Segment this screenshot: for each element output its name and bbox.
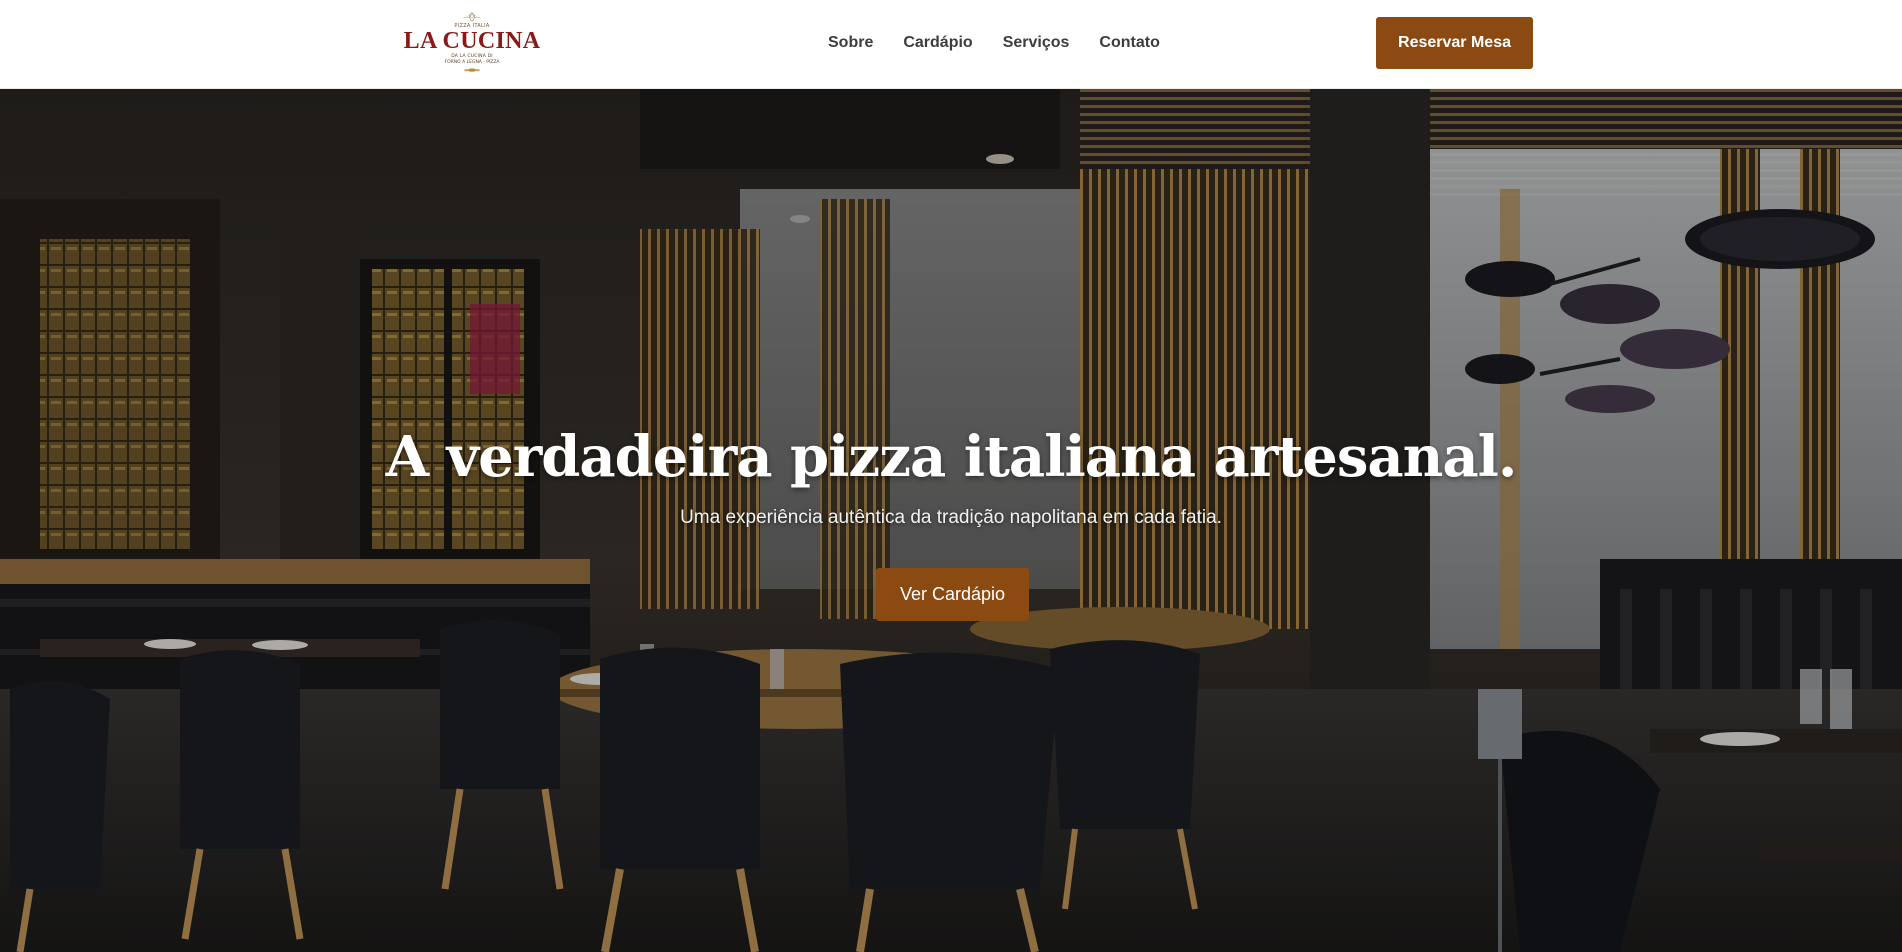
nav-link-servicos[interactable]: Serviços xyxy=(1003,33,1070,53)
main-nav: Sobre Cardápio Serviços Contato xyxy=(828,33,1160,53)
hero-title: A verdadeira pizza italiana artesanal. xyxy=(385,424,1518,490)
hero-section: A verdadeira pizza italiana artesanal. U… xyxy=(0,89,1902,952)
nav-link-cardapio[interactable]: Cardápio xyxy=(903,33,972,53)
nav-link-contato[interactable]: Contato xyxy=(1099,33,1159,53)
site-header: PIZZA ITALIA LA CUCINA DA LA CUCINA DI F… xyxy=(0,0,1902,89)
logo-ornament-icon xyxy=(464,68,480,72)
nav-link-sobre[interactable]: Sobre xyxy=(828,33,873,53)
logo-subline: FORNO A LEGNA · PIZZA xyxy=(444,59,500,65)
hero-subtitle: Uma experiência autêntica da tradição na… xyxy=(680,507,1222,528)
view-menu-button[interactable]: Ver Cardápio xyxy=(876,568,1029,621)
logo-wordmark: LA CUCINA xyxy=(403,27,541,54)
reserve-table-button[interactable]: Reservar Mesa xyxy=(1376,17,1533,69)
brand-logo[interactable]: PIZZA ITALIA LA CUCINA DA LA CUCINA DI F… xyxy=(404,12,540,72)
logo-crest-icon xyxy=(463,12,481,21)
